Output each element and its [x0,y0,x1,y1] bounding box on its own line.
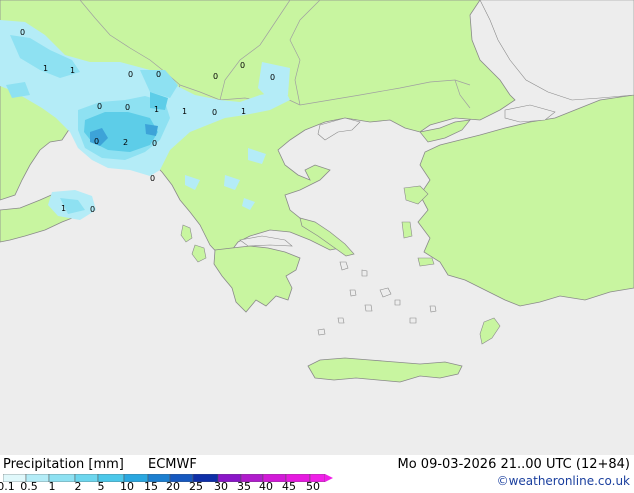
precip-value: 1 [70,66,75,75]
precipitation-map: 0 1 1 0 0 0 0 0 0 0 1 1 0 1 2 0 0 0 1 0 [0,0,634,455]
colorbar-tick-label: 0.5 [20,480,38,493]
precip-value: 0 [97,102,102,111]
precip-value: 0 [156,70,161,79]
colorbar-tick-label: 25 [189,480,203,493]
precip-value: 0 [20,28,25,37]
colorbar-tick-label: 1 [48,480,56,493]
precip-value: 1 [241,107,246,116]
precip-value: 0 [150,174,155,183]
colorbar-tick-label: 2 [74,480,82,493]
valid-time: Mo 09-03-2026 21..00 UTC (12+84) [397,457,631,472]
precip-value: 0 [212,108,217,117]
precip-value: 2 [123,138,128,147]
colorbar-tick-label: 30 [214,480,228,493]
model-name: ECMWF [148,457,197,472]
colorbar-tick-label: 40 [259,480,273,493]
precip-value: 0 [270,73,275,82]
precip-value: 0 [213,72,218,81]
colorbar-overflow-arrow [325,474,333,482]
legend-title: Precipitation [mm] [3,457,124,472]
colorbar-tick-label: 45 [282,480,296,493]
precip-value: 0 [240,61,245,70]
colorbar-tick-label: 10 [120,480,134,493]
precip-value: 1 [182,107,187,116]
precip-value: 0 [94,137,99,146]
colorbar-tick-label: 50 [306,480,320,493]
precip-value: 0 [125,103,130,112]
precip-value: 0 [152,139,157,148]
credit-link[interactable]: ©weatheronline.co.uk [497,474,630,488]
colorbar-tick-label: 5 [97,480,105,493]
precip-value: 1 [43,64,48,73]
precip-value: 0 [128,70,133,79]
colorbar-tick-label: 35 [237,480,251,493]
colorbar-tick-label: 0.1 [0,480,15,493]
chios-island [401,221,413,239]
precip-value: 1 [61,204,66,213]
colorbar-tick-label: 20 [166,480,180,493]
colorbar-tick-label: 15 [144,480,158,493]
precip-value: 1 [154,105,159,114]
precip-value: 0 [90,205,95,214]
